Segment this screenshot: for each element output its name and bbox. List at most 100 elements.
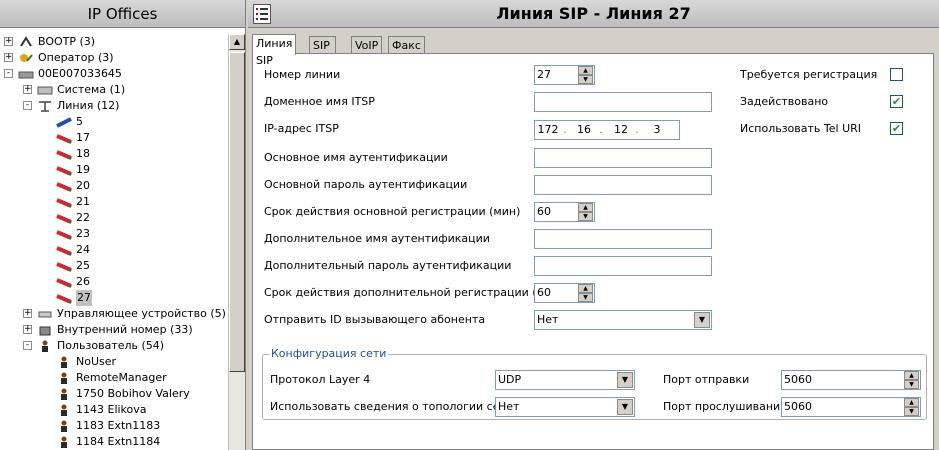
tree-node[interactable]: RemoteManager: [0, 370, 228, 386]
tree-node[interactable]: - Линия (12): [0, 98, 228, 114]
control-unit-icon: [37, 308, 53, 320]
spin-up-icon[interactable]: ▲: [904, 371, 919, 380]
spin-down-icon[interactable]: ▼: [578, 75, 593, 84]
user-icon: [56, 388, 72, 400]
chevron-down-icon[interactable]: ▼: [617, 372, 633, 388]
tree-scrollbar[interactable]: ▲: [228, 34, 245, 450]
expand-icon[interactable]: +: [4, 53, 13, 62]
chevron-down-icon[interactable]: ▼: [617, 399, 633, 415]
tab-sip-uri[interactable]: SIP URI: [309, 36, 336, 69]
use-tel-uri-checkbox[interactable]: ✔: [890, 122, 903, 135]
primary-reg-expiry-stepper[interactable]: 60 ▲ ▼: [534, 202, 595, 222]
tree-node[interactable]: + Система (1): [0, 82, 228, 98]
tree-node[interactable]: 5: [0, 114, 228, 130]
network-config-group: Конфигурация сети Протокол Layer 4 UDP ▼…: [262, 347, 927, 420]
ip-octet-1[interactable]: 172: [537, 121, 559, 139]
collapse-icon[interactable]: -: [23, 341, 32, 350]
spin-down-icon[interactable]: ▼: [904, 380, 919, 389]
tree-node[interactable]: 22: [0, 210, 228, 226]
itsp-domain-input[interactable]: [534, 92, 712, 112]
spin-down-icon[interactable]: ▼: [578, 212, 593, 221]
line-number-spin[interactable]: ▲ ▼: [578, 66, 593, 84]
topology-label: Использовать сведения о топологии сети: [270, 400, 514, 413]
spin-down-icon[interactable]: ▼: [578, 293, 593, 302]
in-service-checkbox[interactable]: ✔: [890, 95, 903, 108]
topology-select[interactable]: Нет ▼: [495, 397, 635, 417]
collapse-icon[interactable]: -: [4, 69, 13, 78]
tree-node[interactable]: 20: [0, 178, 228, 194]
pane-title: IP Offices: [0, 0, 245, 28]
send-caller-id-select[interactable]: Нет ▼: [534, 310, 712, 330]
expand-icon[interactable]: +: [23, 85, 32, 94]
ip-octet-4[interactable]: 3: [646, 121, 668, 139]
tree-node-label: Управляющее устройство (5): [57, 307, 226, 320]
tab-voip[interactable]: VoIP: [351, 36, 383, 54]
primary-auth-name-input[interactable]: [534, 148, 712, 168]
send-port-spin[interactable]: ▲ ▼: [904, 371, 919, 389]
tree-node-label: 1184 Extn1184: [76, 435, 161, 448]
tree-node[interactable]: 24: [0, 242, 228, 258]
tree-node[interactable]: 1184 Extn1184: [0, 434, 228, 450]
primary-auth-password-input[interactable]: [534, 175, 712, 195]
tree-node-label: 1183 Extn1183: [76, 419, 161, 432]
line-number-stepper[interactable]: 27 ▲ ▼: [534, 65, 595, 85]
tree-node[interactable]: 25: [0, 258, 228, 274]
tree-node[interactable]: 21: [0, 194, 228, 210]
scroll-up-button[interactable]: ▲: [229, 34, 245, 50]
tree-node[interactable]: 27: [0, 290, 228, 306]
spin-up-icon[interactable]: ▲: [578, 284, 593, 293]
tab-sip-line[interactable]: Линия SIP: [252, 34, 297, 67]
tree-node[interactable]: - Пользователь (54): [0, 338, 228, 354]
registration-required-checkbox[interactable]: [890, 68, 903, 81]
listen-port-stepper[interactable]: 5060 ▲ ▼: [781, 397, 921, 417]
tree-node[interactable]: NoUser: [0, 354, 228, 370]
secondary-reg-expiry-spin[interactable]: ▲ ▼: [578, 284, 593, 302]
tree-node[interactable]: + Внутренний номер (33): [0, 322, 228, 338]
sip-line-icon: [56, 228, 72, 240]
user-icon: [56, 404, 72, 416]
tree-node[interactable]: 23: [0, 226, 228, 242]
scroll-thumb[interactable]: [229, 52, 245, 372]
primary-reg-expiry-spin[interactable]: ▲ ▼: [578, 203, 593, 221]
line-number-label: Номер линии: [264, 68, 341, 81]
ip-octet-3[interactable]: 12: [610, 121, 632, 139]
layer4-select[interactable]: UDP ▼: [495, 370, 635, 390]
chevron-down-icon[interactable]: ▼: [694, 312, 710, 328]
expand-icon[interactable]: +: [4, 37, 13, 46]
secondary-auth-password-input[interactable]: [534, 256, 712, 276]
tree-node[interactable]: 18: [0, 146, 228, 162]
extension-icon: [37, 324, 53, 336]
ip-octet-2[interactable]: 16: [573, 121, 595, 139]
spin-down-icon[interactable]: ▼: [904, 407, 919, 416]
tree-node[interactable]: 1183 Extn1183: [0, 418, 228, 434]
config-tree: + BOOTP (3) + Оператор (3) - 00E007033645 + Сис…: [0, 30, 228, 450]
tree-node[interactable]: 17: [0, 130, 228, 146]
tree-node[interactable]: 26: [0, 274, 228, 290]
tab-fax-t38[interactable]: Факс T38: [388, 36, 425, 69]
secondary-reg-expiry-stepper[interactable]: 60 ▲ ▼: [534, 283, 595, 303]
spin-up-icon[interactable]: ▲: [578, 66, 593, 75]
tree-node[interactable]: 19: [0, 162, 228, 178]
spin-up-icon[interactable]: ▲: [904, 398, 919, 407]
topology-value: Нет: [498, 400, 520, 413]
tree-node[interactable]: - 00E007033645: [0, 66, 228, 82]
itsp-ip-input[interactable]: 172 . 16 . 12 . 3: [534, 120, 680, 140]
sip-line-icon: [56, 276, 72, 288]
tree-node[interactable]: + Управляющее устройство (5): [0, 306, 228, 322]
expand-icon[interactable]: +: [23, 309, 32, 318]
use-tel-uri-label: Использовать Tel URI: [740, 122, 862, 135]
collapse-icon[interactable]: -: [23, 101, 32, 110]
tree-node[interactable]: 1750 Bobihov Valery: [0, 386, 228, 402]
sip-line-icon: [56, 260, 72, 272]
line-number-value: 27: [537, 68, 551, 81]
tree-node[interactable]: 1143 Elikova: [0, 402, 228, 418]
tree-node-label: Линия (12): [57, 99, 120, 112]
details-header: Линия SIP - Линия 27: [248, 0, 939, 28]
tree-node[interactable]: + BOOTP (3): [0, 34, 228, 50]
secondary-auth-name-input[interactable]: [534, 229, 712, 249]
send-port-stepper[interactable]: 5060 ▲ ▼: [781, 370, 921, 390]
spin-up-icon[interactable]: ▲: [578, 203, 593, 212]
listen-port-spin[interactable]: ▲ ▼: [904, 398, 919, 416]
expand-icon[interactable]: +: [23, 325, 32, 334]
tree-node[interactable]: + Оператор (3): [0, 50, 228, 66]
